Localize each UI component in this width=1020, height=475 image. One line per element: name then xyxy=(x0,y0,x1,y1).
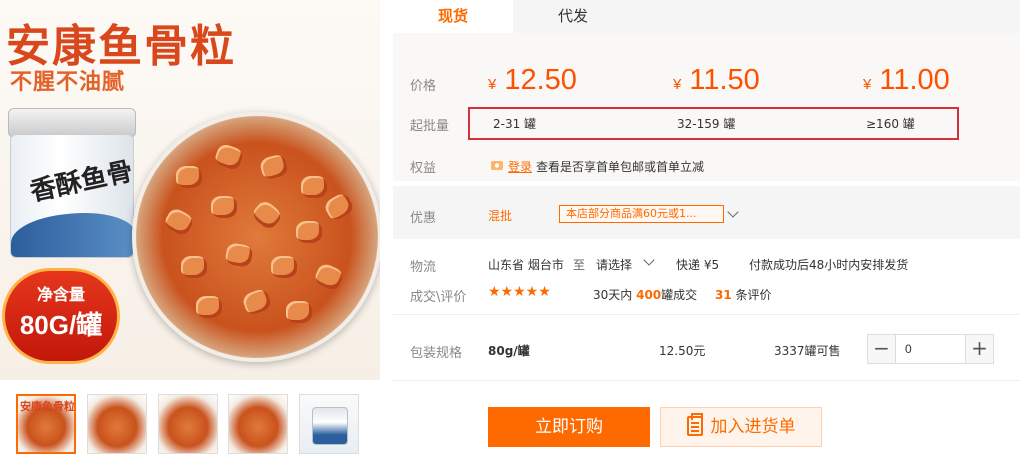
benefits-description: 查看是否享首单包邮或首单立减 xyxy=(536,160,705,174)
divider xyxy=(393,314,1020,315)
price-tier-2: ¥11.50 xyxy=(673,64,760,96)
tab-dropship[interactable]: 代发 xyxy=(518,0,628,33)
add-to-cart-button[interactable]: 加入进货单 xyxy=(660,407,822,447)
logistics-label: 物流 xyxy=(410,260,437,275)
price-label: 价格 xyxy=(410,79,437,94)
moq-tier-3: ≥160 罐 xyxy=(866,117,915,131)
spec-stock: 3337罐可售 xyxy=(774,344,841,358)
spec-price: 12.50元 xyxy=(659,344,706,358)
jar-label: 香酥鱼骨 xyxy=(27,156,134,208)
thumbnail-5[interactable] xyxy=(299,394,359,454)
main-product-image[interactable]: 安康鱼骨粒 不腥不油腻 香酥鱼骨 净含量 80G/罐 xyxy=(0,0,380,380)
net-weight-badge: 净含量 80G/罐 xyxy=(2,268,120,364)
buy-now-button[interactable]: 立即订购 xyxy=(488,407,650,447)
moq-label: 起批量 xyxy=(410,119,450,134)
express-fee: 快递 ¥5 xyxy=(676,258,720,272)
login-link[interactable]: 登录 xyxy=(508,158,532,175)
hero-subtitle: 不腥不油腻 xyxy=(10,70,126,95)
add-to-cart-label: 加入进货单 xyxy=(710,417,796,437)
sale-mode-tabs: 现货 代发 xyxy=(393,0,1020,33)
promo-coupon-tag[interactable]: 本店部分商品满60元或1... xyxy=(559,205,724,223)
coupon-icon xyxy=(491,161,503,170)
quantity-stepper: − + xyxy=(867,334,994,364)
quantity-input[interactable] xyxy=(897,335,964,363)
reviews-label: 成交\评价 xyxy=(410,290,467,305)
spec-name: 80g/罐 xyxy=(488,344,530,358)
ship-origin: 山东省 烟台市 xyxy=(488,258,564,272)
dispatch-info: 付款成功后48小时内安排发货 xyxy=(749,258,909,272)
benefits-label: 权益 xyxy=(410,161,437,176)
product-jar-image: 香酥鱼骨 xyxy=(8,108,136,258)
decrease-button[interactable]: − xyxy=(868,335,896,363)
moq-tier-2: 32-159 罐 xyxy=(677,117,736,131)
sales-summary: 30天内 400罐成交 xyxy=(593,288,698,302)
thumbnail-2[interactable] xyxy=(87,394,147,454)
thumbnail-1[interactable]: 安康鱼骨粒 xyxy=(16,394,76,454)
moq-tier-1: 2-31 罐 xyxy=(493,117,537,131)
product-page: 安康鱼骨粒 不腥不油腻 香酥鱼骨 净含量 80G/罐 安康鱼骨粒 现货 代发 价… xyxy=(0,0,1020,475)
rating-stars: ★★★★★ xyxy=(488,284,551,300)
destination-chevron-icon[interactable] xyxy=(643,254,655,266)
increase-button[interactable]: + xyxy=(965,335,993,363)
price-tier-3: ¥11.00 xyxy=(863,64,950,96)
thumbnail-3[interactable] xyxy=(158,394,218,454)
price-tier-1: ¥12.50 xyxy=(488,64,577,96)
destination-select[interactable]: 请选择 xyxy=(596,256,632,273)
ship-to-label: 至 xyxy=(573,258,586,272)
tab-in-stock[interactable]: 现货 xyxy=(393,0,513,33)
thumbnail-4[interactable] xyxy=(228,394,288,454)
clipboard-icon xyxy=(686,413,703,436)
mixed-batch-tag: 混批 xyxy=(488,209,513,223)
bowl-of-fish-bone-image xyxy=(132,112,380,362)
divider xyxy=(393,380,1020,381)
price-panel: 价格 ¥12.50 ¥11.50 ¥11.00 起批量 2-31 罐 32-15… xyxy=(393,33,1020,181)
spec-label: 包装规格 xyxy=(410,346,463,361)
promo-label: 优惠 xyxy=(410,211,437,226)
review-summary[interactable]: 31 条评价 xyxy=(715,286,772,303)
